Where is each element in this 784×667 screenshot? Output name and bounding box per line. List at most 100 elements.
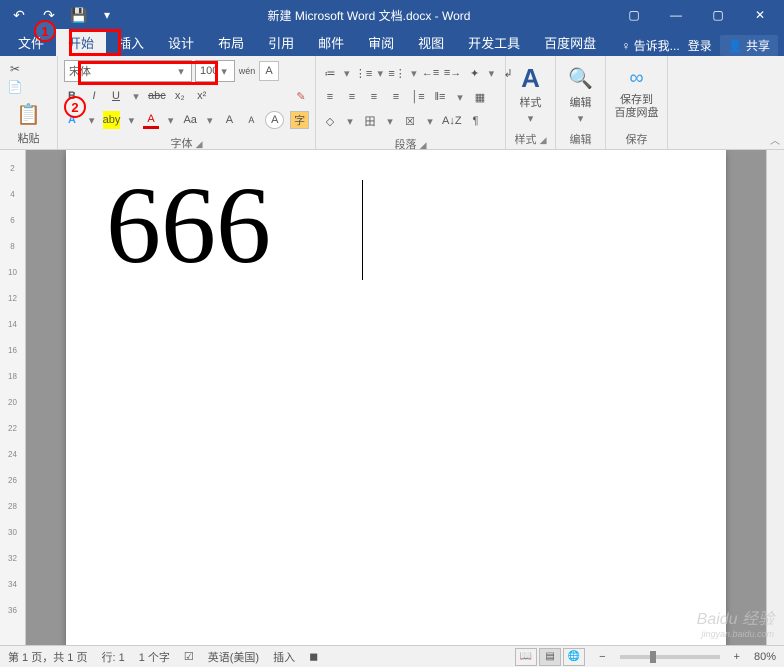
- proofing-status[interactable]: ☑: [184, 650, 194, 663]
- ruler-mark: 22: [0, 424, 25, 450]
- underline-button[interactable]: U: [108, 87, 124, 105]
- page-status[interactable]: 第 1 页，共 1 页: [8, 649, 87, 665]
- clear-format-button[interactable]: ✎: [293, 87, 309, 105]
- tab-baidu[interactable]: 百度网盘: [532, 29, 608, 56]
- baidu-save-button[interactable]: ∞ 保存到 百度网盘: [612, 60, 661, 129]
- tab-review[interactable]: 审阅: [356, 29, 406, 56]
- ruler-mark: 4: [0, 190, 25, 216]
- paste-button[interactable]: 📋 粘贴: [6, 96, 51, 150]
- web-layout-button[interactable]: 🌐: [563, 648, 585, 666]
- enclose-char-button[interactable]: A: [265, 111, 284, 129]
- qat-customize-icon[interactable]: ▾: [98, 6, 116, 24]
- tab-layout[interactable]: 布局: [206, 29, 256, 56]
- copy-icon[interactable]: 📄: [6, 78, 24, 96]
- char-background-button[interactable]: 字: [290, 111, 309, 129]
- multilevel-button[interactable]: ≡⋮: [389, 64, 405, 82]
- ribbon-display-icon[interactable]: ▢: [614, 1, 654, 29]
- tab-home[interactable]: 开始: [56, 29, 106, 56]
- read-mode-button[interactable]: 📖: [515, 648, 537, 666]
- distribute-button[interactable]: │≡: [410, 88, 426, 106]
- share-button[interactable]: 👤 共享: [720, 35, 778, 56]
- numbering-button[interactable]: ⋮≡: [356, 64, 372, 82]
- macro-record-icon[interactable]: ◼: [309, 650, 318, 663]
- shrink-font-button[interactable]: A: [243, 111, 259, 129]
- align-right-button[interactable]: ≡: [366, 88, 382, 106]
- tabs-button[interactable]: ☒: [402, 112, 418, 130]
- insert-mode[interactable]: 插入: [273, 649, 295, 665]
- tab-mailings[interactable]: 邮件: [306, 29, 356, 56]
- editing-button[interactable]: 🔍 编辑 ▾: [562, 60, 599, 129]
- strikethrough-button[interactable]: abc: [148, 87, 166, 105]
- vertical-ruler[interactable]: 2 4 6 8 10 12 14 16 18 20 22 24 26 28 30…: [0, 150, 26, 645]
- align-justify-button[interactable]: ≡: [388, 88, 404, 106]
- styles-button[interactable]: A 样式 ▾: [512, 60, 549, 129]
- editing-group: 🔍 编辑 ▾ 编辑: [556, 56, 606, 149]
- tab-developer[interactable]: 开发工具: [456, 29, 532, 56]
- tab-view[interactable]: 视图: [406, 29, 456, 56]
- zoom-level[interactable]: 80%: [754, 651, 776, 663]
- close-button[interactable]: ✕: [740, 1, 780, 29]
- redo-icon[interactable]: ↷: [38, 4, 60, 26]
- highlight-button[interactable]: aby: [103, 111, 120, 129]
- borders-button[interactable]: 田: [362, 112, 378, 130]
- tab-file[interactable]: 文件: [6, 29, 56, 56]
- ruler-mark: 6: [0, 216, 25, 242]
- line-status[interactable]: 行: 1: [101, 649, 124, 665]
- font-name-input[interactable]: 宋体▾: [64, 60, 192, 82]
- subscript-button[interactable]: x₂: [172, 87, 188, 105]
- font-launcher[interactable]: ◢: [196, 139, 203, 149]
- tab-references[interactable]: 引用: [256, 29, 306, 56]
- italic-button[interactable]: I: [86, 87, 102, 105]
- title-bar: ↶ ↷ 💾 ▾ 新建 Microsoft Word 文档.docx - Word…: [0, 0, 784, 30]
- text-effects-button[interactable]: A: [64, 111, 80, 129]
- phonetic-guide-button[interactable]: wén: [238, 62, 256, 80]
- zoom-out-button[interactable]: −: [599, 651, 605, 663]
- font-color-button[interactable]: A: [143, 111, 159, 129]
- tell-me-input[interactable]: ♀ 告诉我...: [621, 37, 679, 54]
- line-spacing-button[interactable]: ‖≡: [432, 88, 448, 106]
- back-icon[interactable]: ↶: [8, 4, 30, 26]
- page-viewport[interactable]: 666: [26, 150, 766, 645]
- align-left-button[interactable]: ≡: [322, 88, 338, 106]
- font-size-input[interactable]: 100▾: [195, 60, 235, 82]
- superscript-button[interactable]: x²: [194, 87, 210, 105]
- bullets-button[interactable]: ≔: [322, 64, 338, 82]
- document-page[interactable]: 666: [66, 150, 726, 645]
- tab-insert[interactable]: 插入: [106, 29, 156, 56]
- ruler-mark: 12: [0, 294, 25, 320]
- clipboard-group: ✂ 📄 📋 粘贴 剪贴板 ◢: [0, 56, 58, 149]
- print-layout-button[interactable]: ▤: [539, 648, 561, 666]
- document-text[interactable]: 666: [106, 170, 686, 280]
- collapse-ribbon-button[interactable]: ︿: [770, 132, 780, 147]
- grow-font-button[interactable]: A: [221, 111, 237, 129]
- zoom-in-button[interactable]: +: [734, 651, 740, 663]
- paragraph-marks-button[interactable]: ¶: [468, 112, 484, 130]
- sort-button[interactable]: A↓Z: [442, 112, 462, 130]
- vertical-scrollbar[interactable]: [766, 150, 784, 645]
- shading-fill-button[interactable]: ◇: [322, 112, 338, 130]
- minimize-button[interactable]: —: [656, 1, 696, 29]
- zoom-slider[interactable]: [620, 655, 720, 659]
- cut-icon[interactable]: ✂: [6, 60, 24, 78]
- word-count[interactable]: 1 个字: [139, 649, 170, 665]
- zoom-slider-thumb[interactable]: [650, 651, 656, 663]
- change-case-button[interactable]: Aa: [182, 111, 198, 129]
- styles-launcher[interactable]: ◢: [540, 135, 547, 145]
- login-link[interactable]: 登录: [688, 37, 712, 54]
- tab-design[interactable]: 设计: [156, 29, 206, 56]
- shading-button[interactable]: ▦: [472, 88, 488, 106]
- editing-group-label: 编辑: [562, 129, 599, 147]
- decrease-indent-button[interactable]: ←≡: [423, 64, 439, 82]
- bold-button[interactable]: B: [64, 87, 80, 105]
- baidu-group-label: 保存: [612, 129, 661, 147]
- language-status[interactable]: 英语(美国): [208, 649, 259, 665]
- font-group: 宋体▾ 100▾ wén A B I U ▾ abc x₂ x² ✎ A▾ ab…: [58, 56, 316, 149]
- align-center-button[interactable]: ≡: [344, 88, 360, 106]
- asian-layout-button[interactable]: ✦: [467, 64, 483, 82]
- ruler-mark: 36: [0, 606, 25, 632]
- save-icon[interactable]: 💾: [68, 4, 90, 26]
- char-border-button[interactable]: A: [259, 61, 279, 81]
- maximize-button[interactable]: ▢: [698, 1, 738, 29]
- paragraph-launcher[interactable]: ◢: [420, 140, 427, 150]
- increase-indent-button[interactable]: ≡→: [445, 64, 461, 82]
